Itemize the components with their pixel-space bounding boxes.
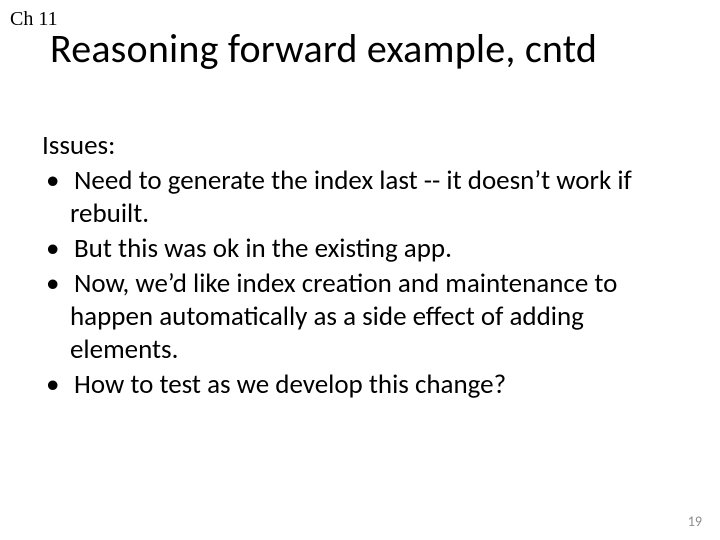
page-number: 19 [688, 513, 702, 530]
content-area: Issues: Need to generate the index last … [42, 130, 670, 404]
issues-heading: Issues: [42, 130, 670, 163]
list-item: Need to generate the index last -- it do… [42, 165, 670, 231]
list-item: Now, we’d like index creation and mainte… [42, 268, 670, 367]
bullet-list: Need to generate the index last -- it do… [42, 165, 670, 402]
page-title: Reasoning forward example, cntd [50, 24, 597, 73]
list-item: How to test as we develop this change? [42, 369, 670, 402]
list-item: But this was ok in the existing app. [42, 233, 670, 266]
